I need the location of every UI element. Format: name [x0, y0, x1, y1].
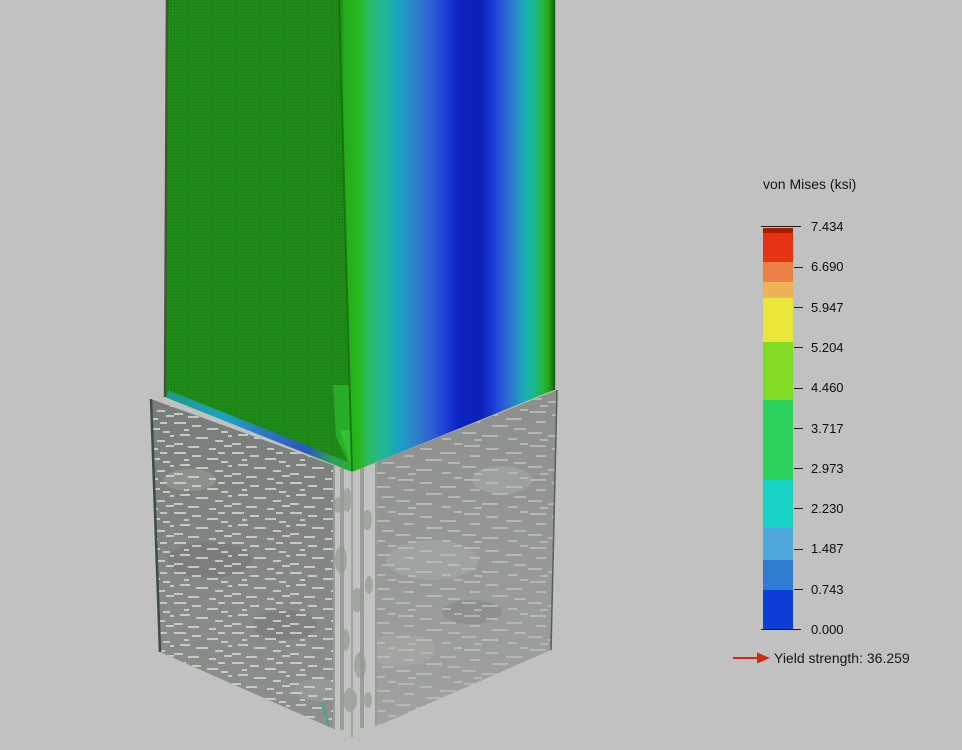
legend-label: 2.230	[811, 501, 844, 516]
legend-label: 5.947	[811, 300, 844, 315]
legend-label: 4.460	[811, 380, 844, 395]
legend-label: 1.487	[811, 541, 844, 556]
yield-strength-label: Yield strength: 36.259	[774, 650, 910, 666]
legend-tick	[794, 307, 803, 308]
legend-label: 2.973	[811, 461, 844, 476]
legend-tick	[794, 388, 803, 389]
legend-label: 0.000	[811, 622, 844, 637]
legend-tick	[761, 629, 801, 630]
legend-tick	[794, 508, 803, 509]
legend-tick	[794, 347, 803, 348]
legend-tick	[794, 428, 803, 429]
legend-label: 0.743	[811, 582, 844, 597]
legend-label: 5.204	[811, 340, 844, 355]
legend-tick	[794, 549, 803, 550]
stress-legend[interactable]: von Mises (ksi) 7.434 6.690 5.947 5.204 …	[733, 176, 953, 706]
legend-title: von Mises (ksi)	[763, 176, 856, 192]
legend-label: 7.434	[811, 219, 844, 234]
graphics-viewport[interactable]: von Mises (ksi) 7.434 6.690 5.947 5.204 …	[0, 0, 962, 750]
legend-label: 3.717	[811, 421, 844, 436]
legend-label: 6.690	[811, 259, 844, 274]
legend-color-bar[interactable]	[763, 228, 793, 630]
legend-tick	[794, 468, 803, 469]
yield-strength-marker: Yield strength: 36.259	[733, 650, 910, 666]
column-right-face[interactable]	[339, 0, 554, 472]
yield-strength-arrow-icon	[733, 651, 771, 665]
legend-tick	[761, 226, 801, 227]
legend-tick	[794, 267, 803, 268]
legend-tick	[794, 589, 803, 590]
